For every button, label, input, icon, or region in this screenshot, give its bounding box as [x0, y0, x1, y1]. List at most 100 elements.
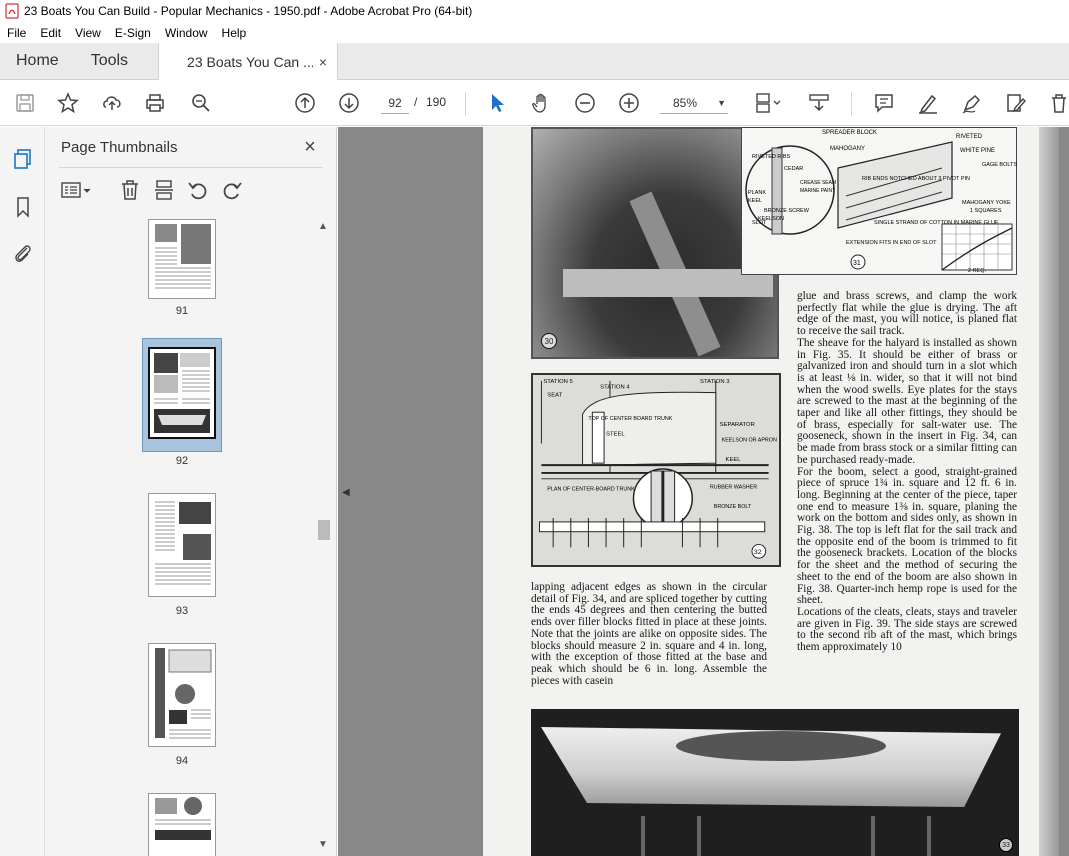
- scroll-up-icon[interactable]: ▲: [318, 221, 328, 232]
- attachments-paperclip-icon[interactable]: [11, 241, 35, 265]
- finished-boat-photo: 33: [531, 709, 1019, 856]
- share-upload-icon[interactable]: [99, 90, 125, 116]
- zoom-level-value: 85%: [673, 95, 698, 110]
- rotate-counterclockwise-icon[interactable]: [185, 177, 211, 203]
- thumbnail-page[interactable]: [148, 643, 216, 747]
- diagram-label: SEAT: [547, 393, 562, 399]
- thumbnail-label: 94: [175, 755, 189, 767]
- thumbnail-page[interactable]: [148, 219, 216, 299]
- thumbnail-page[interactable]: [148, 793, 216, 856]
- tab-bar: Home Tools 23 Boats You Can ... ×: [0, 43, 1069, 81]
- menu-window[interactable]: Window: [158, 26, 215, 40]
- diagram-label: EXTENSION FITS IN END OF SLOT: [846, 240, 937, 246]
- diagram-label: SEPARATOR: [720, 422, 755, 428]
- tab-tools[interactable]: Tools: [75, 43, 144, 79]
- page-display-icon[interactable]: [752, 90, 786, 116]
- menu-view[interactable]: View: [68, 26, 108, 40]
- highlight-pen-icon[interactable]: [915, 90, 941, 116]
- chevron-down-icon: ▼: [717, 97, 726, 108]
- page-number-input[interactable]: [381, 92, 409, 114]
- page-thumbnails-icon[interactable]: [11, 147, 35, 171]
- tab-home[interactable]: Home: [0, 43, 75, 79]
- scroll-mode-icon[interactable]: [806, 90, 832, 116]
- diagram-label: PLAN OF CENTER-BOARD TRUNK: [547, 487, 635, 493]
- diagram-label: MARINE PAINT: [800, 188, 835, 194]
- bookmarks-icon[interactable]: [11, 195, 35, 219]
- thumbnail-page[interactable]: [148, 493, 216, 597]
- diagram-label: KEELSON: [758, 216, 784, 222]
- diagram-label: RIB ENDS NOTCHED ABOUT 3 PIVOT PIN: [862, 176, 970, 182]
- page-thumbnails-panel: Page Thumbnails × 91 92 93 94 ▲ ▼: [45, 127, 337, 856]
- diagram-label: PLANK: [748, 190, 766, 196]
- scrollbar-thumb[interactable]: [318, 520, 330, 540]
- diagram-label: STATION 3: [700, 379, 729, 385]
- diagram-label: WHITE PINE: [960, 148, 995, 154]
- diagram-label: RIVETED: [956, 134, 983, 140]
- edit-pdf-icon[interactable]: [1003, 90, 1029, 116]
- page-edge-shadow: [1039, 127, 1059, 856]
- thumbnail-label: 91: [175, 305, 189, 317]
- diagram-label: 1 SQUARES: [970, 208, 1002, 214]
- article-text-left-column: lapping adjacent edges as shown in the c…: [531, 581, 767, 687]
- menu-esign[interactable]: E-Sign: [108, 26, 158, 40]
- rib-assembly-diagram: 31 SPREADER BLOCK MAHOGANY RIVETED WHITE…: [741, 127, 1017, 275]
- zoom-level-dropdown[interactable]: 85% ▼: [660, 92, 728, 114]
- menu-help[interactable]: Help: [215, 26, 254, 40]
- main-toolbar: / 190 85% ▼: [0, 80, 1069, 126]
- tab-close-icon[interactable]: ×: [319, 54, 327, 70]
- bookmark-star-icon[interactable]: [55, 90, 81, 116]
- panel-divider: [59, 167, 323, 168]
- thumbnail-tools: [59, 175, 319, 205]
- article-text-right-column: glue and brass screws, and clamp the wor…: [797, 290, 1017, 654]
- zoom-out-icon[interactable]: [572, 90, 598, 116]
- figure-number: 31: [853, 260, 861, 267]
- comment-icon[interactable]: [871, 90, 897, 116]
- print-icon[interactable]: [142, 90, 168, 116]
- thumbnail-label: 92: [175, 455, 189, 467]
- toolbar-divider: [465, 92, 466, 116]
- zoom-in-icon[interactable]: [616, 90, 642, 116]
- sign-pen-icon[interactable]: [959, 90, 985, 116]
- centerboard-trunk-diagram: 32 STATION 5 STATION 4 STATION 3 SEAT TO…: [531, 373, 781, 567]
- document-viewer[interactable]: ◀ 30 31 SPREADER BLOCK MAHOGANY RIVETED …: [338, 127, 1069, 856]
- acrobat-app-icon: [5, 3, 19, 19]
- thumbnail-options-icon[interactable]: [59, 177, 95, 203]
- boat-stand: [641, 816, 701, 856]
- menu-edit[interactable]: Edit: [33, 26, 68, 40]
- tab-document[interactable]: 23 Boats You Can ... ×: [158, 43, 339, 81]
- diagram-label: RUBBER WASHER: [710, 485, 757, 491]
- figure-number: 33: [999, 838, 1013, 852]
- figure-number: 32: [754, 549, 762, 556]
- hand-tool-icon[interactable]: [528, 90, 554, 116]
- diagram-label: SINGLE STRAND OF COTTON IN MARINE GLUE: [874, 220, 999, 226]
- diagram-label: KEEL: [726, 457, 742, 463]
- thumbnail-scrollbar[interactable]: ▲ ▼: [315, 215, 331, 856]
- thumbnail-label: 93: [175, 605, 189, 617]
- close-panel-icon[interactable]: ×: [299, 136, 321, 159]
- delete-page-icon[interactable]: [117, 177, 143, 203]
- save-icon[interactable]: [12, 90, 38, 116]
- next-page-icon[interactable]: [336, 90, 362, 116]
- page-total: 190: [426, 95, 447, 109]
- diagram-label: MAHOGANY: [830, 146, 865, 152]
- diagram-label: CREASE SEAM: [800, 180, 836, 186]
- previous-page-icon[interactable]: [292, 90, 318, 116]
- select-cursor-icon[interactable]: [484, 90, 510, 116]
- search-zoom-icon[interactable]: [188, 90, 214, 116]
- page-separator: /: [414, 95, 418, 109]
- menu-file[interactable]: File: [0, 26, 33, 40]
- diagram-label: MAHOGANY YOKE: [962, 200, 1011, 206]
- toolbar-divider: [851, 92, 852, 116]
- diagram-label: KEELSON OR APRON: [722, 438, 777, 444]
- boat-stand: [871, 816, 931, 856]
- collapse-panel-icon[interactable]: ◀: [342, 487, 350, 498]
- scroll-down-icon[interactable]: ▼: [318, 839, 328, 850]
- window-title: 23 Boats You Can Build - Popular Mechani…: [24, 4, 473, 18]
- delete-icon[interactable]: [1046, 90, 1069, 116]
- figure-number: 30: [541, 333, 557, 349]
- rotate-clockwise-icon[interactable]: [219, 177, 245, 203]
- diagram-label: STATION 5: [543, 379, 573, 385]
- thumbnail-page-current[interactable]: [148, 347, 216, 439]
- diagram-label: CEDAR: [784, 166, 803, 172]
- extract-page-icon[interactable]: [151, 177, 177, 203]
